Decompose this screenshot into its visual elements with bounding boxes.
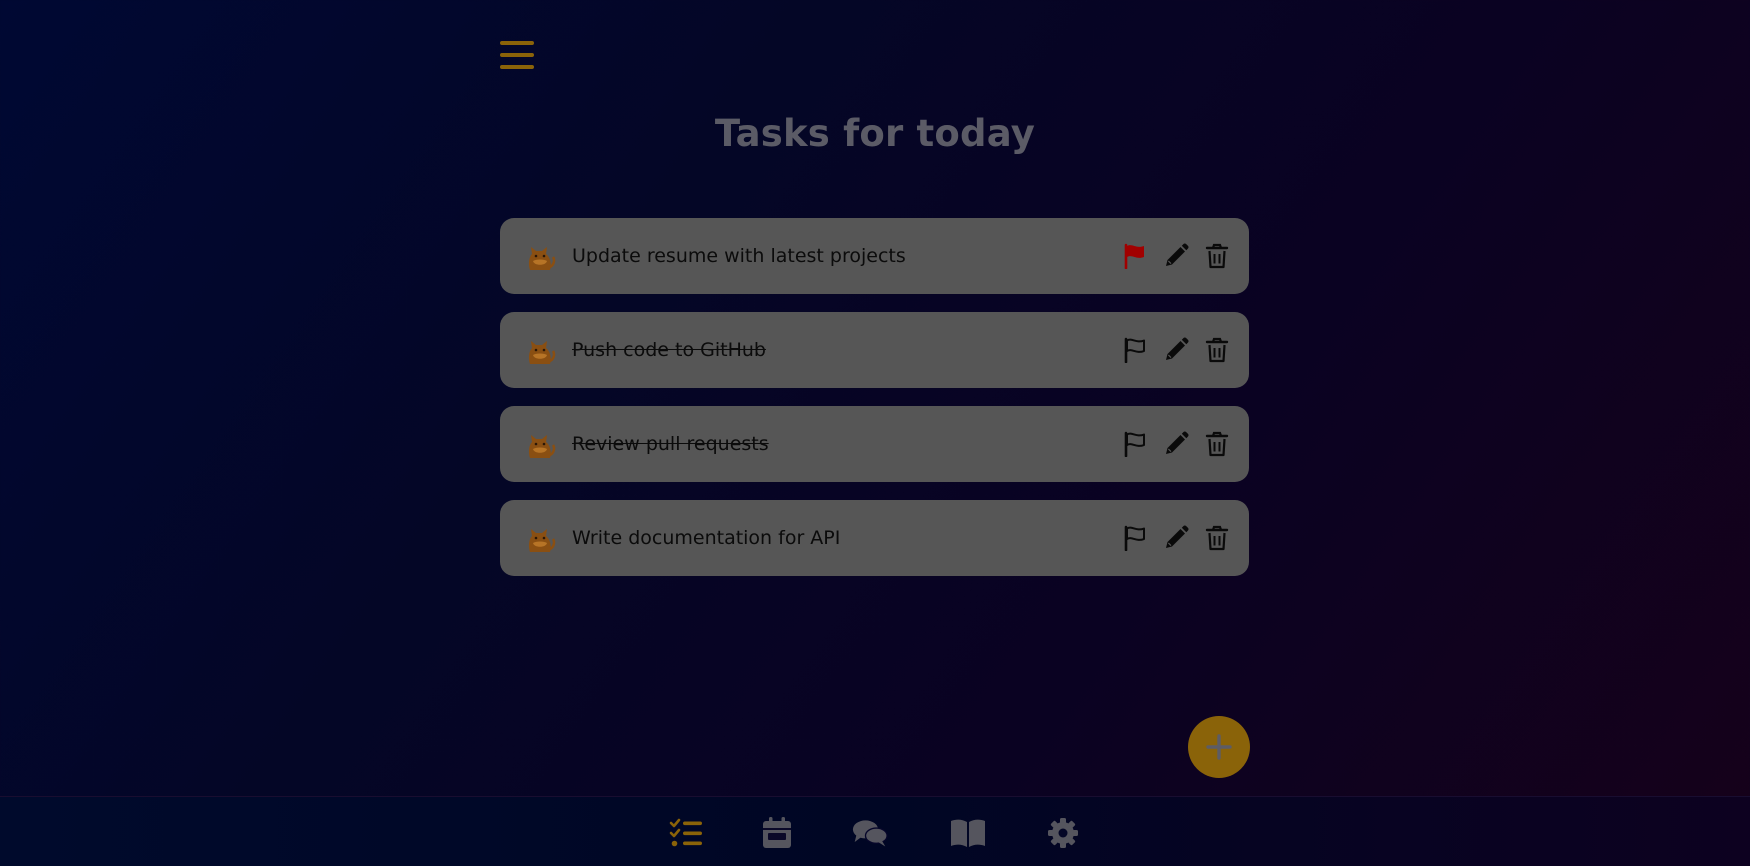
book-icon: [951, 819, 985, 847]
task-actions: [1108, 336, 1231, 364]
task-actions: [1108, 242, 1231, 270]
cat-icon: [524, 428, 556, 460]
nav-tasks[interactable]: [668, 815, 704, 851]
edit-icon[interactable]: [1162, 524, 1190, 552]
cat-icon: [524, 334, 556, 366]
bottom-nav: [0, 796, 1750, 866]
task-text: Update resume with latest projects: [572, 245, 906, 267]
task-item[interactable]: Update resume with latest projects: [500, 218, 1249, 294]
task-list: Update resume with latest projects Push …: [500, 218, 1249, 594]
cat-icon: [524, 240, 556, 272]
page-title: Tasks for today: [714, 112, 1036, 155]
menu-button[interactable]: [500, 38, 534, 72]
trash-icon[interactable]: [1203, 430, 1231, 458]
trash-icon[interactable]: [1203, 242, 1231, 270]
task-text: Push code to GitHub: [572, 339, 766, 361]
task-actions: [1108, 430, 1231, 458]
tasks-list-icon: [669, 818, 702, 847]
task-text: Write documentation for API: [572, 527, 841, 549]
plus-icon: [1206, 734, 1232, 760]
nav-book[interactable]: [950, 815, 986, 851]
task-item[interactable]: Push code to GitHub: [500, 312, 1249, 388]
flag-icon[interactable]: [1121, 242, 1149, 270]
trash-icon[interactable]: [1203, 336, 1231, 364]
flag-icon[interactable]: [1121, 524, 1149, 552]
trash-icon[interactable]: [1203, 524, 1231, 552]
nav-chat[interactable]: [852, 815, 888, 851]
cat-icon: [524, 522, 556, 554]
calendar-icon: [763, 817, 791, 848]
hamburger-menu-icon: [500, 41, 534, 69]
flag-icon[interactable]: [1121, 336, 1149, 364]
gear-icon: [1048, 818, 1078, 848]
chat-icon: [852, 820, 888, 847]
task-item[interactable]: Review pull requests: [500, 406, 1249, 482]
edit-icon[interactable]: [1162, 430, 1190, 458]
nav-settings[interactable]: [1045, 815, 1081, 851]
edit-icon[interactable]: [1162, 336, 1190, 364]
edit-icon[interactable]: [1162, 242, 1190, 270]
task-item[interactable]: Write documentation for API: [500, 500, 1249, 576]
task-actions: [1108, 524, 1231, 552]
flag-icon[interactable]: [1121, 430, 1149, 458]
nav-calendar[interactable]: [759, 815, 795, 851]
add-task-button[interactable]: [1188, 716, 1250, 778]
task-text: Review pull requests: [572, 433, 769, 455]
